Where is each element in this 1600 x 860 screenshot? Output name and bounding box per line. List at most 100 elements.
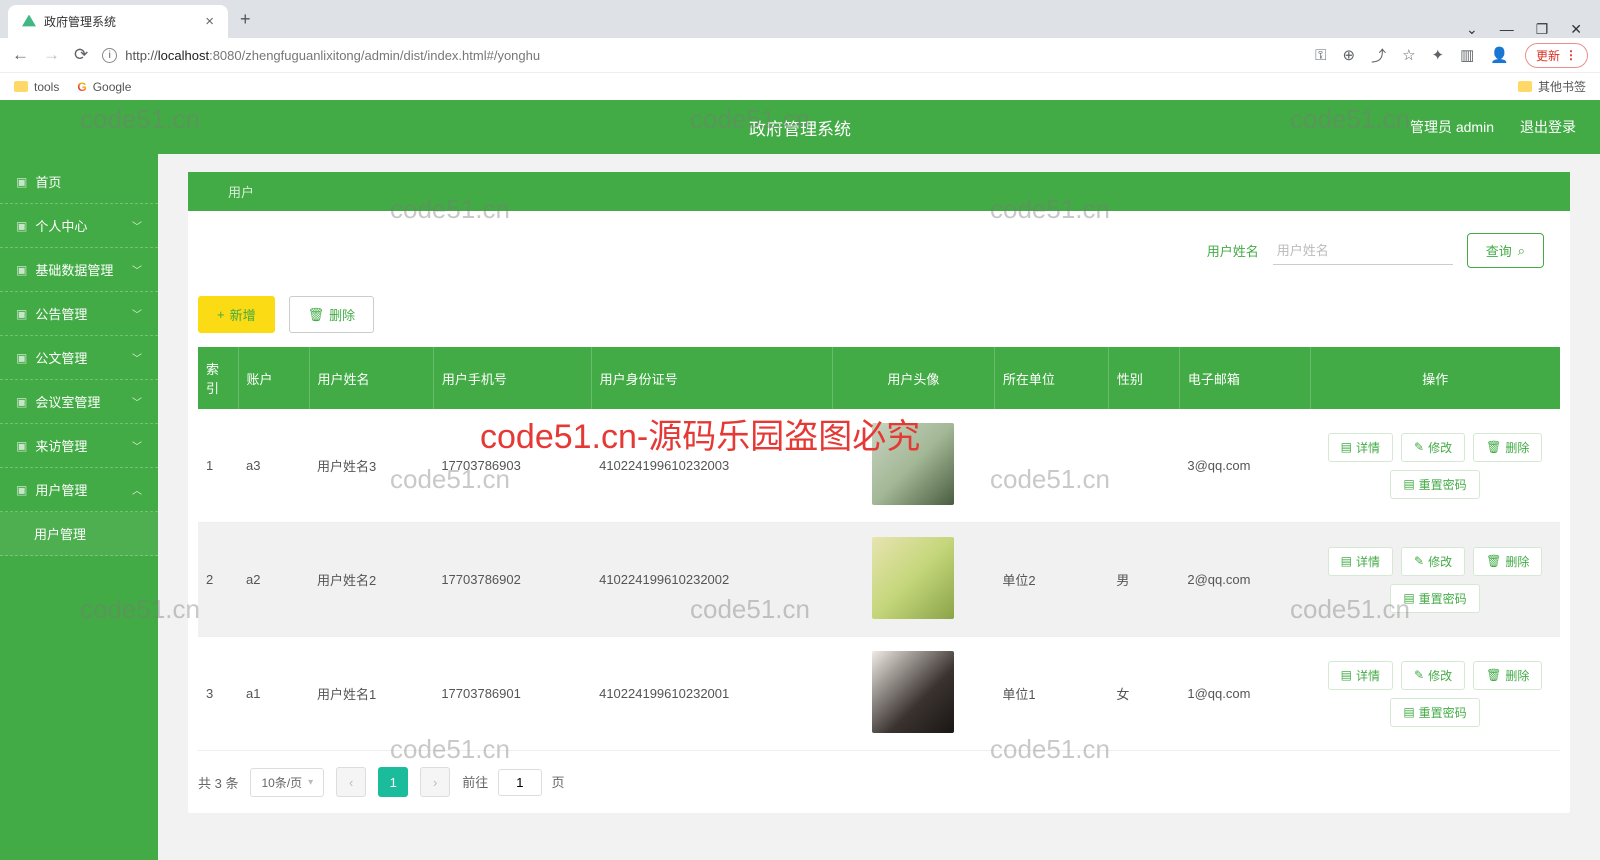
cell-idcard: 410224199610232002	[591, 523, 832, 637]
breadcrumb: 用户	[188, 172, 1570, 211]
bookmark-other[interactable]: 其他书签	[1518, 78, 1586, 95]
detail-button[interactable]: ▤详情	[1328, 547, 1393, 576]
cell-email: 3@qq.com	[1179, 409, 1310, 523]
browser-tab[interactable]: 政府管理系统 ×	[8, 5, 228, 38]
address-bar: ← → ⟳ i http://localhost:8080/zhengfugua…	[0, 38, 1600, 72]
sidebar-subitem-users[interactable]: 用户管理	[0, 512, 158, 556]
edit-icon: ✎	[1414, 668, 1424, 682]
avatar	[872, 651, 954, 733]
key-icon[interactable]: ⚿	[1315, 47, 1326, 64]
cell-account: a1	[238, 637, 309, 751]
users-icon: ▣	[16, 483, 27, 497]
page-title: 政府管理系统	[749, 115, 851, 140]
edit-button[interactable]: ✎修改	[1401, 547, 1465, 576]
page-number-button[interactable]: 1	[378, 767, 408, 797]
detail-button[interactable]: ▤详情	[1328, 433, 1393, 462]
trash-icon: 🗑	[1486, 554, 1501, 568]
detail-icon: ▤	[1341, 440, 1352, 454]
caret-down-icon[interactable]: ⌄	[1466, 21, 1478, 38]
table-row: 1a3用户姓名3177037869034102241996102320033@q…	[198, 409, 1560, 523]
cell-name: 用户姓名1	[309, 637, 433, 751]
sidebar-item-visit[interactable]: ▣来访管理﹀	[0, 424, 158, 468]
col-email: 电子邮箱	[1179, 347, 1310, 409]
cell-avatar	[832, 409, 994, 523]
detail-button[interactable]: ▤详情	[1328, 661, 1393, 690]
doc-icon: ▣	[16, 351, 27, 365]
reload-icon[interactable]: ⟳	[74, 45, 88, 65]
edit-icon: ✎	[1414, 440, 1424, 454]
announce-icon: ▣	[16, 307, 27, 321]
chevron-down-icon: ﹀	[132, 394, 142, 409]
cell-gender: 女	[1108, 637, 1179, 751]
cell-email: 2@qq.com	[1179, 523, 1310, 637]
close-window-icon[interactable]: ✕	[1570, 21, 1582, 38]
logout-link[interactable]: 退出登录	[1520, 117, 1576, 137]
detail-icon: ▤	[1341, 554, 1352, 568]
forward-icon[interactable]: →	[43, 45, 60, 65]
new-tab-button[interactable]: +	[228, 1, 263, 38]
reset-pwd-button[interactable]: ▤重置密码	[1390, 470, 1479, 499]
row-delete-button[interactable]: 🗑删除	[1473, 661, 1542, 690]
close-icon[interactable]: ×	[205, 13, 214, 30]
tab-title: 政府管理系统	[44, 13, 116, 30]
trash-icon: 🗑	[1486, 668, 1501, 682]
sidebar-item-basedata[interactable]: ▣基础数据管理﹀	[0, 248, 158, 292]
panel-icon[interactable]: ▥	[1460, 46, 1474, 64]
next-page-button[interactable]: ›	[420, 767, 450, 797]
bookmark-tools[interactable]: tools	[14, 80, 59, 94]
zoom-icon[interactable]: ⊕	[1342, 46, 1355, 64]
sidebar-item-meeting[interactable]: ▣会议室管理﹀	[0, 380, 158, 424]
site-info-icon[interactable]: i	[102, 48, 117, 63]
minimize-icon[interactable]: —	[1500, 21, 1514, 38]
reset-pwd-button[interactable]: ▤重置密码	[1390, 698, 1479, 727]
edit-button[interactable]: ✎修改	[1401, 661, 1465, 690]
cell-phone: 17703786902	[433, 523, 591, 637]
url-field[interactable]: i http://localhost:8080/zhengfuguanlixit…	[102, 48, 1301, 63]
cell-gender	[1108, 409, 1179, 523]
prev-page-button[interactable]: ‹	[336, 767, 366, 797]
google-icon: G	[77, 80, 86, 94]
row-delete-button[interactable]: 🗑删除	[1473, 433, 1542, 462]
query-button[interactable]: 查询⌕	[1467, 233, 1544, 268]
sidebar-item-usermgmt[interactable]: ▣用户管理︿	[0, 468, 158, 512]
row-delete-button[interactable]: 🗑删除	[1473, 547, 1542, 576]
back-icon[interactable]: ←	[12, 45, 29, 65]
search-input[interactable]	[1273, 237, 1453, 265]
cell-gender: 男	[1108, 523, 1179, 637]
sidebar-item-document[interactable]: ▣公文管理﹀	[0, 336, 158, 380]
sidebar-item-announce[interactable]: ▣公告管理﹀	[0, 292, 158, 336]
goto-input[interactable]	[498, 769, 542, 796]
search-label: 用户姓名	[1207, 241, 1259, 260]
sidebar-item-home[interactable]: ▣首页	[0, 160, 158, 204]
cell-unit: 单位2	[994, 523, 1108, 637]
maximize-icon[interactable]: ❐	[1536, 21, 1549, 38]
table-header-row: 索引 账户 用户姓名 用户手机号 用户身份证号 用户头像 所在单位 性别 电子邮…	[198, 347, 1560, 409]
bookmark-google[interactable]: GGoogle	[77, 80, 131, 94]
edit-button[interactable]: ✎修改	[1401, 433, 1465, 462]
chevron-down-icon: ﹀	[132, 218, 142, 233]
star-icon[interactable]: ☆	[1402, 46, 1415, 64]
sidebar-item-personal[interactable]: ▣个人中心﹀	[0, 204, 158, 248]
app-header: 政府管理系统 管理员 admin 退出登录	[0, 100, 1600, 154]
window-controls: ⌄ — ❐ ✕	[1448, 21, 1600, 38]
page-size-select[interactable]: 10条/页▾	[250, 768, 324, 797]
cell-unit: 单位1	[994, 637, 1108, 751]
chevron-down-icon: ﹀	[132, 262, 142, 277]
meeting-icon: ▣	[16, 395, 27, 409]
cell-name: 用户姓名2	[309, 523, 433, 637]
col-unit: 所在单位	[994, 347, 1108, 409]
extensions-icon[interactable]: ✦	[1432, 46, 1445, 64]
delete-button[interactable]: 🗑删除	[289, 296, 375, 333]
cell-index: 1	[198, 409, 238, 523]
reset-pwd-button[interactable]: ▤重置密码	[1390, 584, 1479, 613]
current-user[interactable]: 管理员 admin	[1410, 117, 1494, 137]
update-button[interactable]: 更新⋮	[1525, 43, 1588, 68]
profile-icon[interactable]: 👤	[1490, 46, 1509, 64]
cell-ops: ▤详情 ✎修改 🗑删除 ▤重置密码	[1310, 637, 1560, 751]
search-icon: ⌕	[1518, 243, 1525, 259]
url-path: :8080/zhengfuguanlixitong/admin/dist/ind…	[209, 48, 540, 63]
col-gender: 性别	[1108, 347, 1179, 409]
add-button[interactable]: +新增	[198, 296, 275, 333]
cell-phone: 17703786903	[433, 409, 591, 523]
share-icon[interactable]: ⤴	[1371, 45, 1386, 66]
